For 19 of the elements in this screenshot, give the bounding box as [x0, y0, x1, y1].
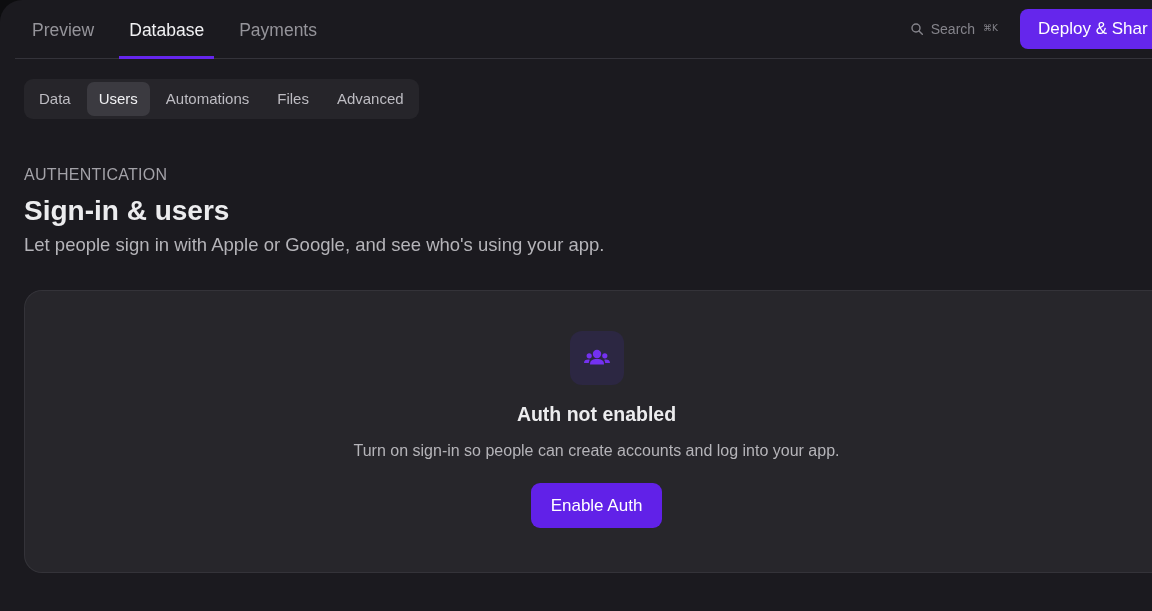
- sub-tab[interactable]: Users: [86, 82, 150, 116]
- section-title: Sign-in & users: [24, 194, 231, 228]
- sub-tab[interactable]: Data: [27, 82, 83, 116]
- shortcut-hint: ⌘K: [983, 22, 998, 36]
- section-eyebrow: AUTHENTICATION: [24, 165, 169, 185]
- sub-tab[interactable]: Files: [265, 82, 321, 116]
- enable-auth-button[interactable]: Enable Auth: [530, 483, 663, 528]
- nav-tab[interactable]: Preview: [22, 0, 105, 59]
- users-icon: [569, 331, 624, 385]
- sub-tab[interactable]: Advanced: [324, 82, 416, 116]
- section-description: Let people sign in with Apple or Google, and see who's using your app.: [24, 233, 606, 257]
- sub-tab[interactable]: Automations: [153, 82, 262, 116]
- nav-tab[interactable]: Payments: [229, 0, 327, 59]
- empty-state-title: Auth not enabled: [516, 402, 677, 426]
- empty-state-description: Turn on sign-in so people can create accounts and log into your app.: [353, 441, 840, 461]
- search-icon: [910, 23, 923, 35]
- nav-tab[interactable]: Database: [119, 0, 215, 59]
- search-button[interactable]: Search ⌘K: [910, 18, 998, 40]
- deploy-share-button[interactable]: Deploy & Shar: [1020, 9, 1152, 49]
